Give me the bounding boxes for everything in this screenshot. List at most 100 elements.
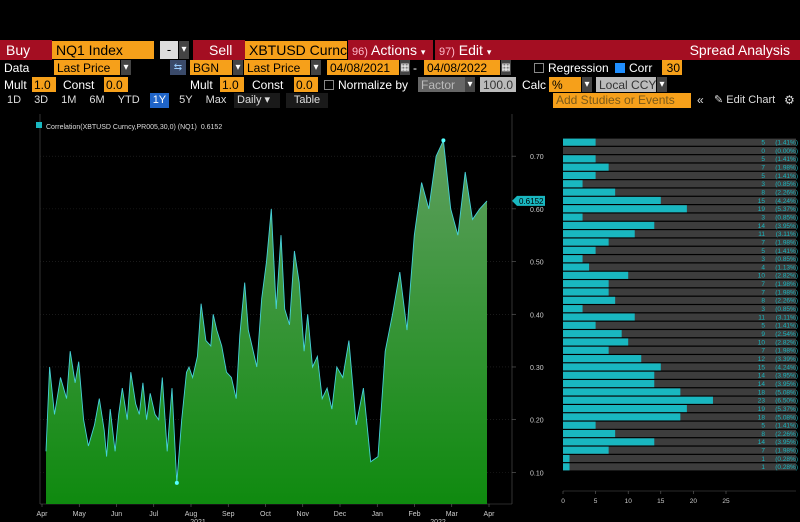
- period-tab-ytd[interactable]: YTD: [115, 93, 143, 108]
- period-tab-6m[interactable]: 6M: [86, 93, 107, 108]
- swap-icon[interactable]: ⇆: [170, 60, 186, 75]
- histogram-bar: [563, 180, 583, 188]
- histogram-bar: [563, 313, 635, 321]
- period-tab-max[interactable]: Max: [203, 93, 230, 108]
- actions-menu-label: Actions: [371, 42, 417, 58]
- histogram-count: 18: [758, 414, 766, 421]
- buy-ticker-input[interactable]: NQ1 Index: [52, 41, 154, 59]
- gear-icon[interactable]: ⚙: [784, 93, 796, 108]
- corr-period-input[interactable]: 30: [662, 60, 682, 75]
- histogram-percent: (0.85%): [775, 214, 798, 221]
- corr-checkbox[interactable]: [615, 63, 625, 73]
- collapse-icon[interactable]: «: [697, 93, 709, 108]
- histogram-bar: [563, 454, 570, 463]
- histogram-bar: [563, 171, 596, 180]
- end-date-input[interactable]: 04/08/2022: [424, 60, 500, 75]
- sell-ticker-input[interactable]: XBTUSD Curncy: [245, 41, 347, 59]
- histogram-count: 5: [761, 248, 765, 255]
- correlation-chart: 0.10 0.20 0.30 0.40 0.50 0.60 0.70 Apr May Jun Ju…: [0, 108, 560, 522]
- histogram-percent: (1.98%): [775, 289, 798, 296]
- last-value-marker: 0.6152: [512, 195, 545, 206]
- histogram-count: 7: [761, 348, 765, 355]
- min-marker: [174, 480, 179, 485]
- histogram-bar: [563, 230, 635, 238]
- chevron-down-icon[interactable]: ▾: [311, 60, 321, 75]
- y-tick-label: 0.10: [530, 470, 544, 477]
- calendar-icon[interactable]: ▦: [400, 60, 410, 75]
- x-tick-label: Jun: [111, 511, 122, 518]
- histogram-bar: [563, 155, 596, 163]
- chevron-down-icon[interactable]: ▾: [121, 60, 131, 75]
- actions-menu-button[interactable]: 96) Actions ▾: [348, 40, 433, 60]
- price-field-1[interactable]: Last Price: [54, 60, 120, 75]
- histogram-count: 8: [761, 431, 765, 438]
- edit-menu-button[interactable]: 97) Edit ▾: [435, 40, 505, 60]
- factor-select[interactable]: Factor: [418, 77, 472, 92]
- mult-input-2[interactable]: 1.0: [220, 77, 244, 92]
- period-tab-1d[interactable]: 1D: [4, 93, 24, 108]
- chevron-down-icon[interactable]: ▾: [657, 77, 667, 92]
- source-field[interactable]: BGN: [190, 60, 232, 75]
- histogram-count: 14: [758, 439, 766, 446]
- histogram-tick-label: 5: [594, 498, 598, 505]
- regression-checkbox[interactable]: [534, 63, 544, 73]
- histogram-percent: (1.98%): [775, 165, 798, 172]
- histogram-bar: [563, 446, 609, 454]
- histogram-percent: (1.41%): [775, 140, 798, 147]
- calendar-icon[interactable]: ▦: [501, 60, 511, 75]
- histogram-bar: [563, 138, 596, 146]
- histogram-count: 7: [761, 289, 765, 296]
- histogram-bar: [563, 163, 609, 171]
- chevron-down-icon[interactable]: ▾: [582, 77, 592, 92]
- period-tab-5y[interactable]: 5Y: [176, 93, 195, 108]
- const-input-1[interactable]: 0.0: [104, 77, 128, 92]
- factor-value-input[interactable]: 100.0: [480, 77, 516, 92]
- histogram-bar: [563, 296, 616, 304]
- legend-label: Correlation(XBTUSD Curncy,PR005,30,0) (N…: [46, 124, 222, 131]
- histogram-count: 7: [761, 165, 765, 172]
- normalize-checkbox[interactable]: [324, 80, 334, 90]
- chevron-down-icon[interactable]: ▾: [179, 41, 189, 59]
- histogram-tick-label: 0: [561, 498, 565, 505]
- histogram-count: 15: [758, 198, 766, 205]
- chart-settings-icon: ✎: [714, 94, 724, 106]
- period-toolbar: 1D 3D 1M 6M YTD 1Y 5Y Max Daily ▾ Table Add Stu…: [0, 93, 800, 108]
- x-tick-label: Jul: [149, 511, 158, 518]
- histogram-bar: [563, 346, 609, 354]
- date-separator: -: [413, 61, 417, 75]
- histogram-count: 10: [758, 273, 766, 280]
- x-tick-label: May: [73, 511, 87, 518]
- histogram-percent: (4.24%): [775, 198, 798, 205]
- histogram-percent: (1.41%): [775, 323, 798, 330]
- histogram-count: 5: [761, 156, 765, 163]
- histogram-percent: (1.41%): [775, 173, 798, 180]
- chevron-down-icon[interactable]: ▾: [233, 60, 243, 75]
- minus-button[interactable]: -: [160, 41, 178, 59]
- histogram-bar: [563, 305, 583, 313]
- const-input-2[interactable]: 0.0: [294, 77, 318, 92]
- table-button[interactable]: Table: [286, 93, 328, 108]
- chevron-down-icon[interactable]: ▾: [465, 77, 475, 92]
- edit-chart-button[interactable]: ✎ Edit Chart: [714, 93, 782, 108]
- mult-input-1[interactable]: 1.0: [32, 77, 56, 92]
- histogram-bar: [563, 421, 596, 429]
- period-tab-1y[interactable]: 1Y: [149, 93, 170, 108]
- start-date-input[interactable]: 04/08/2021: [327, 60, 399, 75]
- histogram-percent: (2.82%): [775, 273, 798, 280]
- histogram-percent: (1.98%): [775, 281, 798, 288]
- calc-select[interactable]: %: [549, 77, 581, 92]
- histogram-count: 4: [761, 264, 765, 271]
- period-tab-1m[interactable]: 1M: [58, 93, 79, 108]
- histogram-bar: [563, 355, 642, 363]
- histogram-count: 5: [761, 423, 765, 430]
- histogram-count: 5: [761, 140, 765, 147]
- price-field-2[interactable]: Last Price: [244, 60, 310, 75]
- add-studies-input[interactable]: Add Studies or Events: [553, 93, 691, 108]
- currency-select[interactable]: Local CCY: [596, 77, 656, 92]
- period-tab-3d[interactable]: 3D: [31, 93, 51, 108]
- histogram-bar: [563, 330, 622, 338]
- page-title: Spread Analysis: [505, 40, 800, 60]
- histogram-bar: [563, 221, 655, 229]
- y-tick-label: 0.70: [530, 154, 544, 161]
- frequency-select[interactable]: Daily ▾: [234, 93, 280, 108]
